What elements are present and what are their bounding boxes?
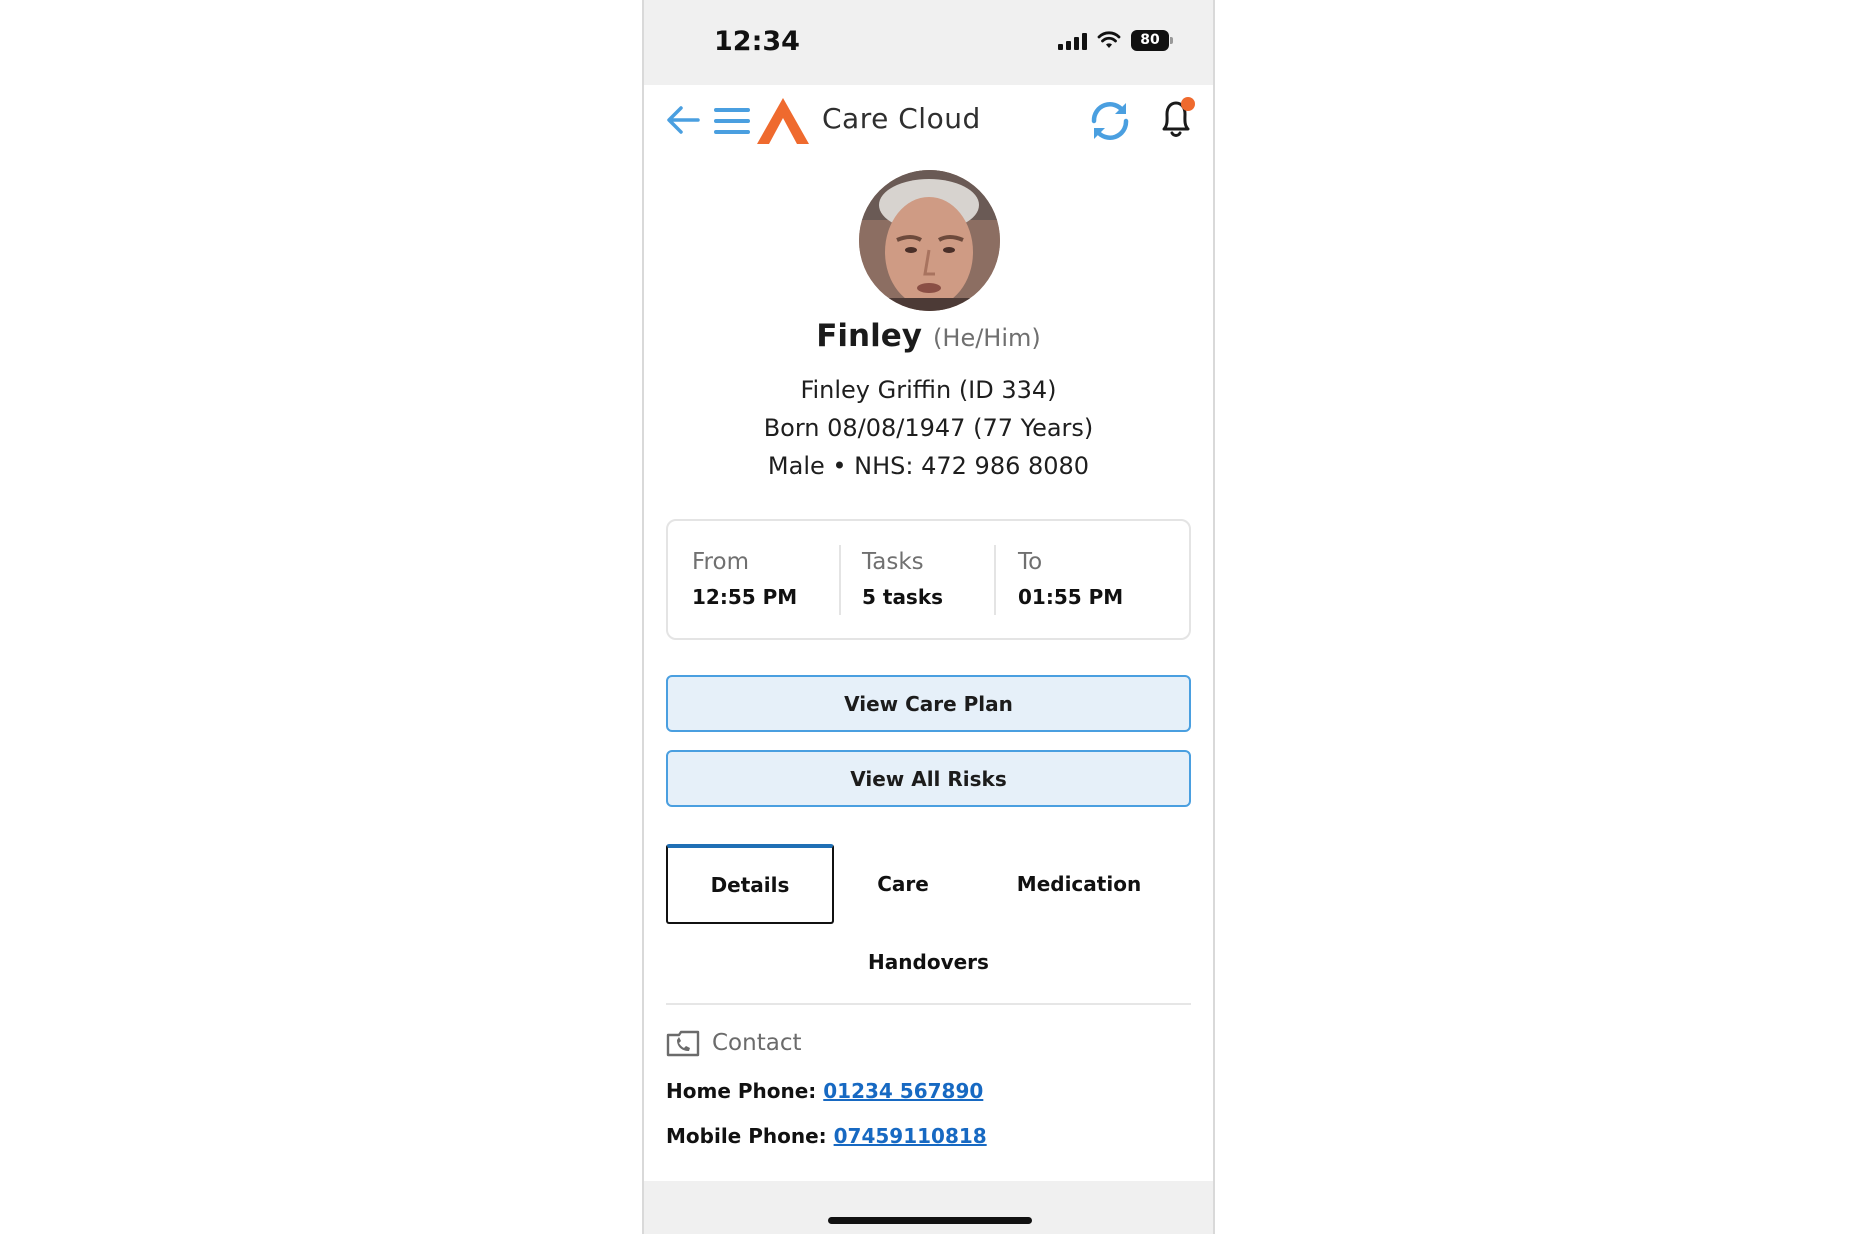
tab-handovers[interactable]: Handovers: [644, 930, 1213, 994]
visit-tasks-value: 5 tasks: [862, 585, 944, 609]
home-phone-label: Home Phone:: [666, 1079, 817, 1103]
profile-pronouns: (He/Him): [933, 324, 1041, 352]
visit-to-label: To: [1018, 549, 1043, 575]
app-title: Care Cloud: [822, 102, 981, 135]
tab-care[interactable]: Care: [844, 844, 962, 924]
app-bar: Care Cloud: [644, 85, 1213, 157]
visit-divider: [839, 545, 841, 615]
mobile-phone-label: Mobile Phone:: [666, 1124, 827, 1148]
sync-icon[interactable]: [1086, 99, 1134, 143]
visit-from-value: 12:55 PM: [692, 585, 798, 609]
mobile-phone-row: Mobile Phone: 07459110818: [666, 1124, 987, 1148]
profile-heading: Finley (He/Him): [644, 318, 1213, 354]
menu-icon[interactable]: [713, 105, 751, 137]
tabs-divider: [666, 1003, 1191, 1005]
visit-from-label: From: [692, 549, 749, 575]
profile-born: Born 08/08/1947 (77 Years): [763, 414, 1094, 442]
bell-icon[interactable]: [1156, 95, 1200, 143]
view-care-plan-button[interactable]: View Care Plan: [666, 675, 1191, 732]
phone-icon: [666, 1030, 700, 1057]
mobile-phone-link[interactable]: 07459110818: [834, 1124, 987, 1148]
status-icons: 80: [1058, 30, 1173, 51]
app-logo: [757, 98, 809, 144]
notification-dot: [1181, 97, 1195, 111]
profile-gender-nhs: Male • NHS: 472 986 8080: [767, 452, 1090, 480]
tab-medication[interactable]: Medication: [974, 844, 1184, 924]
tab-details[interactable]: Details: [666, 844, 834, 924]
home-indicator[interactable]: [828, 1217, 1032, 1224]
avatar: [859, 170, 1000, 311]
signal-icon: [1058, 32, 1087, 50]
profile-full-name-id: Finley Griffin (ID 334): [800, 376, 1057, 404]
visit-to-value: 01:55 PM: [1018, 585, 1124, 609]
home-phone-row: Home Phone: 01234 567890: [666, 1079, 983, 1103]
bottom-bar: [644, 1181, 1213, 1234]
wifi-icon: [1097, 31, 1121, 48]
battery-icon: 80: [1131, 30, 1173, 51]
visit-summary-card: From 12:55 PM Tasks 5 tasks To 01:55 PM: [666, 519, 1191, 640]
status-bar: 12:34 80: [644, 0, 1213, 85]
status-time: 12:34: [714, 26, 800, 57]
visit-tasks-label: Tasks: [862, 549, 924, 575]
profile-name: Finley: [816, 318, 922, 354]
view-all-risks-button[interactable]: View All Risks: [666, 750, 1191, 807]
contact-section-heading: Contact: [666, 1029, 801, 1057]
phone-screen: 12:34 80 Care Cloud Finley (He/Him) Finl…: [642, 0, 1215, 1234]
back-arrow-icon[interactable]: [664, 101, 702, 139]
contact-heading: Contact: [712, 1030, 802, 1056]
visit-divider: [994, 545, 996, 615]
home-phone-link[interactable]: 01234 567890: [823, 1079, 983, 1103]
